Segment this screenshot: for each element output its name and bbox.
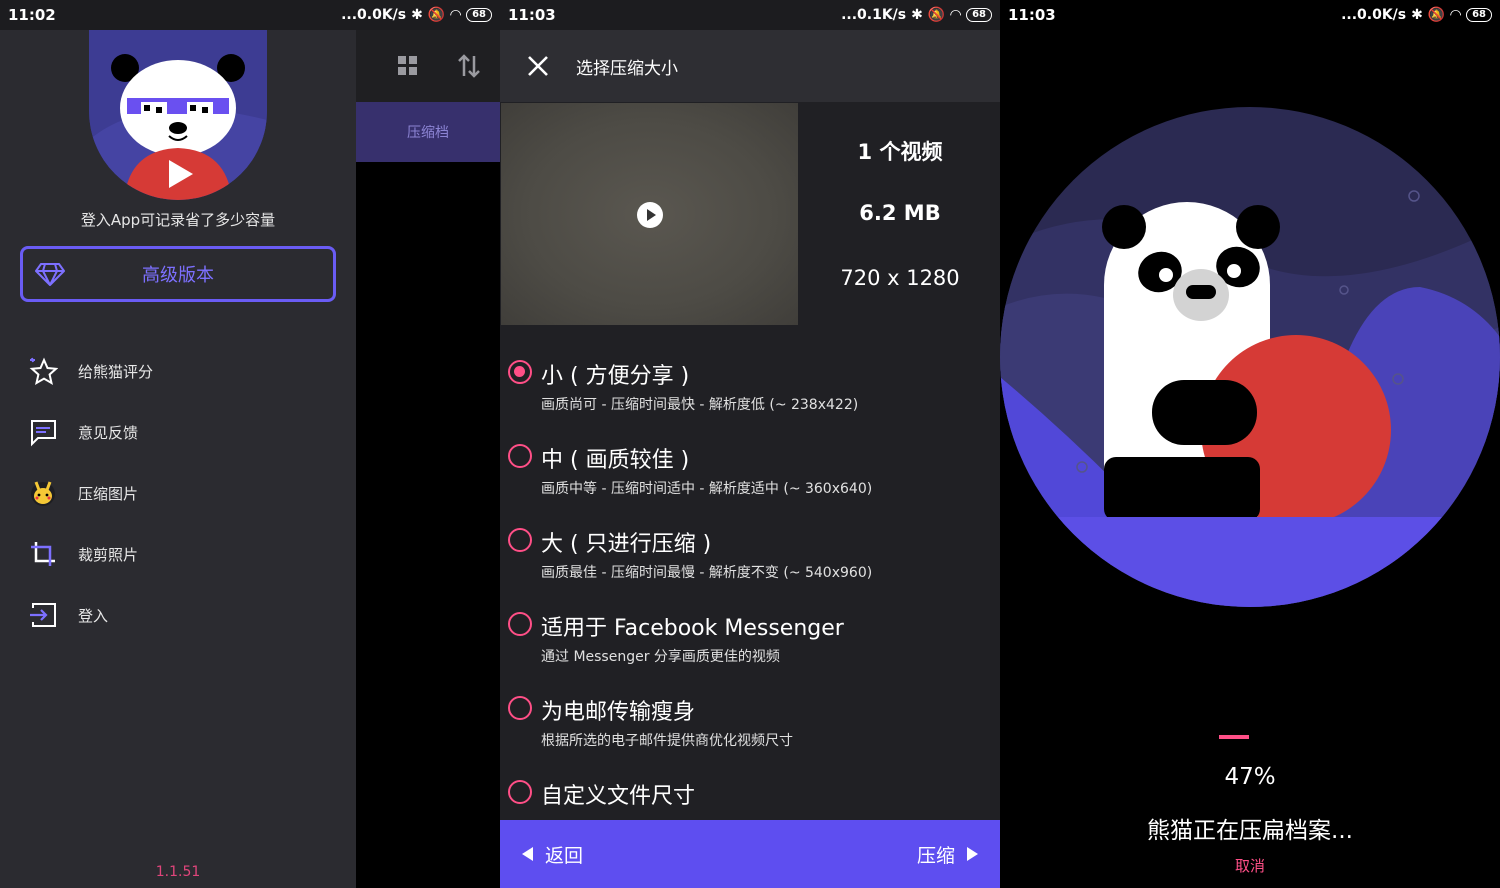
battery-icon: 68 xyxy=(466,8,492,22)
status-bar: 11:02 ...0.0K/s ✱ 🔕 ◠ 68 xyxy=(0,0,500,30)
menu-label-login: 登入 xyxy=(78,606,109,625)
wifi-icon: ◠ xyxy=(450,7,462,23)
status-time: 11:02 xyxy=(8,6,56,24)
cancel-button[interactable]: 取消 xyxy=(1000,855,1500,876)
crop-icon xyxy=(26,537,60,571)
menu-item-crop[interactable]: 裁剪照片 xyxy=(26,534,138,574)
forward-arrow-icon xyxy=(967,847,978,861)
panda-illustration xyxy=(1000,107,1500,607)
battery-icon: 68 xyxy=(966,8,992,22)
radio-button[interactable] xyxy=(508,360,532,384)
screen-compression-size: 11:03 ...0.1K/s ✱ 🔕 ◠ 68 选择压缩大小 1 个视频 6.… xyxy=(500,0,1000,888)
status-net-speed: ...0.0K/s xyxy=(1341,7,1407,23)
menu-item-rate[interactable]: 给熊猫评分 xyxy=(26,351,153,391)
battery-icon: 68 xyxy=(1466,8,1492,22)
option-title: 大 ( 只进行压缩 ) xyxy=(541,532,712,557)
diamond-icon xyxy=(35,263,65,286)
mute-icon: 🔕 xyxy=(427,7,446,23)
mute-icon: 🔕 xyxy=(1427,7,1446,23)
option-title: 为电邮传输瘦身 xyxy=(541,700,696,725)
wifi-icon: ◠ xyxy=(1450,7,1462,23)
progress-indicator xyxy=(1219,735,1249,739)
menu-item-compress-image[interactable]: 压缩图片 xyxy=(26,473,138,513)
bluetooth-icon: ✱ xyxy=(911,7,923,23)
app-version: 1.1.51 xyxy=(155,864,201,880)
radio-button[interactable] xyxy=(508,612,532,636)
bottom-action-bar: 返回 压缩 xyxy=(500,820,1000,888)
menu-label-feedback: 意见反馈 xyxy=(78,423,139,442)
option-desc: 根据所选的电子邮件提供商优化视频尺寸 xyxy=(541,733,793,749)
radio-button[interactable] xyxy=(508,780,532,804)
option-title: 适用于 Facebook Messenger xyxy=(541,616,844,641)
status-net-speed: ...0.1K/s xyxy=(841,7,907,23)
video-size: 6.2 MB xyxy=(859,201,941,225)
compress-label: 压缩 xyxy=(916,844,955,867)
toolbar: 选择压缩大小 xyxy=(500,30,1000,102)
option-title: 中 ( 画质较佳 ) xyxy=(541,448,690,473)
tab-compressed[interactable]: 压缩档 xyxy=(356,102,500,162)
status-time: 11:03 xyxy=(1008,6,1056,24)
back-button[interactable]: 返回 xyxy=(522,841,583,868)
close-button[interactable] xyxy=(500,30,576,102)
star-sparkle-icon xyxy=(26,354,60,388)
menu-label-rate: 给熊猫评分 xyxy=(78,362,154,381)
progress-percent: 47% xyxy=(1224,764,1276,790)
bluetooth-icon: ✱ xyxy=(1411,7,1423,23)
navigation-drawer: 登入App可记录省了多少容量 高级版本 给熊猫评分 意见反馈 压缩图片 裁剪照片… xyxy=(0,30,356,888)
compress-button[interactable]: 压缩 xyxy=(917,841,978,868)
option-title: 自定义文件尺寸 xyxy=(541,784,696,809)
option-desc: 画质中等 - 压缩时间适中 - 解析度适中 (~ 360x640) xyxy=(541,481,873,497)
radio-button[interactable] xyxy=(508,528,532,552)
login-icon xyxy=(26,598,60,632)
panda-avatar[interactable] xyxy=(89,30,267,200)
screen-compressing: 11:03 ...0.0K/s ✱ 🔕 ◠ 68 47% 熊猫正在压扁档案...… xyxy=(1000,0,1500,888)
video-count: 1 个视频 xyxy=(857,140,943,164)
menu-label-compress-image: 压缩图片 xyxy=(78,484,139,503)
page-title: 选择压缩大小 xyxy=(576,58,678,79)
option-desc: 画质尚可 - 压缩时间最快 - 解析度低 (~ 238x422) xyxy=(541,397,859,413)
status-bar: 11:03 ...0.1K/s ✱ 🔕 ◠ 68 xyxy=(500,0,1000,30)
bluetooth-icon: ✱ xyxy=(411,7,423,23)
status-time: 11:03 xyxy=(508,6,556,24)
behind-toolbar xyxy=(356,30,500,102)
play-icon[interactable] xyxy=(637,202,663,228)
grid-sort-icons xyxy=(398,54,480,78)
option-desc: 画质最佳 - 压缩时间最慢 - 解析度不变 (~ 540x960) xyxy=(541,565,873,581)
premium-label: 高级版本 xyxy=(142,265,214,286)
status-message: 熊猫正在压扁档案... xyxy=(1147,818,1353,844)
option-title: 小 ( 方便分享 ) xyxy=(541,364,690,389)
status-net-speed: ...0.0K/s xyxy=(341,7,407,23)
back-arrow-icon xyxy=(522,847,533,861)
video-thumbnail[interactable] xyxy=(501,103,798,325)
status-bar: 11:03 ...0.0K/s ✱ 🔕 ◠ 68 xyxy=(1000,0,1500,30)
video-resolution: 720 x 1280 xyxy=(840,266,960,290)
radio-button[interactable] xyxy=(508,444,532,468)
menu-label-crop: 裁剪照片 xyxy=(78,545,139,564)
menu-item-feedback[interactable]: 意见反馈 xyxy=(26,412,138,452)
chat-bubble-icon xyxy=(26,415,60,449)
premium-button[interactable]: 高级版本 xyxy=(20,246,336,302)
mute-icon: 🔕 xyxy=(927,7,946,23)
back-label: 返回 xyxy=(545,844,584,867)
screen-drawer: 11:02 ...0.0K/s ✱ 🔕 ◠ 68 压缩档 登入App可记录省了多… xyxy=(0,0,500,888)
menu-item-login[interactable]: 登入 xyxy=(26,595,108,635)
option-desc: 通过 Messenger 分享画质更佳的视频 xyxy=(541,649,780,665)
close-icon xyxy=(528,56,548,76)
pikachu-icon xyxy=(26,476,60,510)
login-hint: 登入App可记录省了多少容量 xyxy=(80,211,276,229)
wifi-icon: ◠ xyxy=(950,7,962,23)
background-app: 压缩档 xyxy=(356,30,500,888)
radio-button[interactable] xyxy=(508,696,532,720)
